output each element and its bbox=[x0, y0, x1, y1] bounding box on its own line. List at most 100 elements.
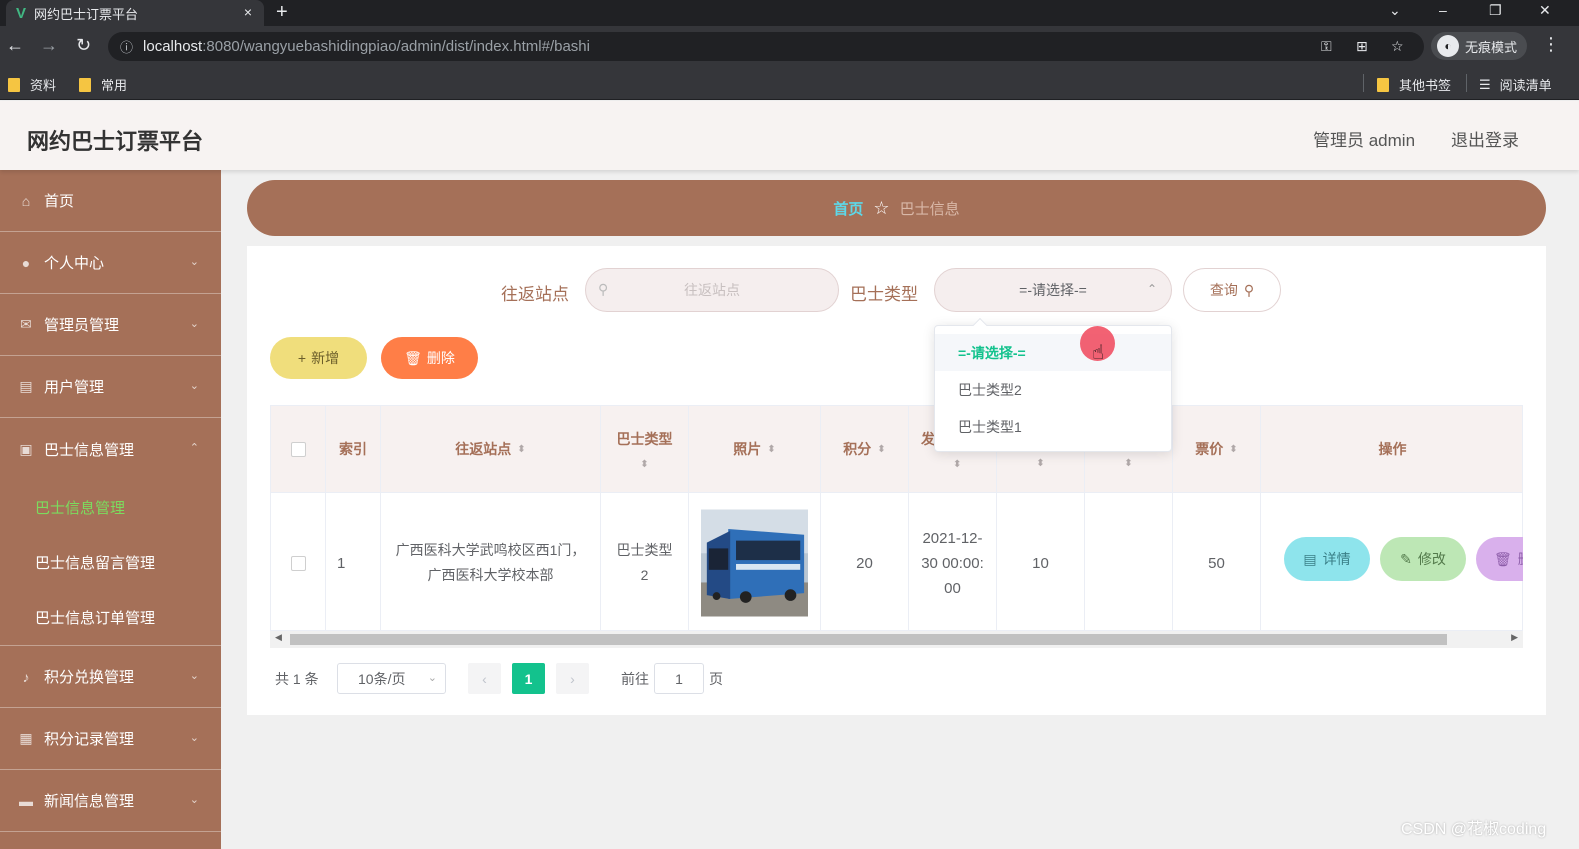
select-all-checkbox[interactable] bbox=[290, 441, 306, 457]
edit-label: 修改 bbox=[1417, 551, 1446, 567]
bus-photo[interactable] bbox=[701, 508, 808, 618]
sort-icon[interactable]: ⬍ bbox=[877, 444, 885, 455]
dropdown-option[interactable]: 巴士类型1 bbox=[935, 408, 1171, 445]
column-points: 积分 bbox=[843, 441, 872, 457]
bookmarks-bar: 资料 常用 其他书签 ☰ 阅读清单 bbox=[0, 66, 1579, 100]
column-header[interactable]: 积分 ⬍ bbox=[821, 406, 909, 492]
cell-depart: 2021-12-30 00:00:00 bbox=[909, 493, 997, 630]
reading-list-icon: ☰ bbox=[1479, 76, 1491, 92]
browser-tab[interactable]: V 网约巴士订票平台 × bbox=[6, 0, 264, 26]
bookmark-label: 常用 bbox=[101, 78, 128, 93]
key-icon[interactable]: ⚿ bbox=[1321, 38, 1332, 55]
app-header: 网约巴士订票平台 管理员 admin 退出登录 bbox=[0, 101, 1579, 170]
bookmark-divider bbox=[1466, 74, 1467, 92]
dropdown-option[interactable]: =-请选择-= bbox=[935, 334, 1171, 371]
chevron-down-icon: ⌄ bbox=[189, 732, 199, 744]
bookmark-folder[interactable]: 资料 bbox=[8, 75, 56, 94]
add-button[interactable]: + 新增 bbox=[270, 337, 367, 379]
tab-close-icon[interactable]: × bbox=[244, 4, 252, 20]
sort-icon[interactable]: ⬍ bbox=[1124, 458, 1132, 469]
sort-icon[interactable]: ⬍ bbox=[1229, 444, 1237, 455]
table-header: 索引 往返站点 ⬍ 巴士类型 ⬍ 照片 ⬍ 积分 ⬍ 发 ⬍ ⬍ ⬍ 票价 ⬍ 操作 bbox=[271, 406, 1522, 492]
back-icon[interactable]: ← bbox=[6, 35, 24, 56]
tab-search-icon[interactable]: ⌄ bbox=[1389, 2, 1401, 19]
sidebar-item-news[interactable]: ▬ 新闻信息管理 ⌄ bbox=[0, 770, 221, 832]
scroll-right-icon[interactable]: ▶ bbox=[1511, 632, 1518, 643]
remove-button[interactable]: 🗑︎ 删 bbox=[1476, 537, 1523, 581]
scrollbar-thumb[interactable] bbox=[290, 634, 1447, 645]
address-bar: ← → ↻ ⓘ localhost:8080/wangyuebashidingp… bbox=[0, 26, 1579, 66]
incognito-badge[interactable]: ◐ 无痕模式 bbox=[1431, 32, 1527, 60]
column-header[interactable]: 往返站点 ⬍ bbox=[381, 406, 601, 492]
reading-list[interactable]: ☰ 阅读清单 bbox=[1479, 75, 1552, 94]
reload-icon[interactable]: ↻ bbox=[76, 35, 91, 56]
reading-list-label: 阅读清单 bbox=[1499, 78, 1552, 93]
site-info-icon[interactable]: ⓘ bbox=[120, 37, 133, 56]
url-field[interactable]: ⓘ localhost:8080/wangyuebashidingpiao/ad… bbox=[108, 32, 1424, 61]
chevron-down-icon: ⌄ bbox=[189, 318, 199, 330]
query-button[interactable]: 查询 ⚲ bbox=[1183, 268, 1281, 312]
column-header[interactable]: 票价 ⬍ bbox=[1173, 406, 1261, 492]
sidebar-item-label: 积分记录管理 bbox=[44, 731, 135, 748]
sort-icon[interactable]: ⬍ bbox=[1036, 458, 1044, 469]
sidebar-item-profile[interactable]: ● 个人中心 ⌄ bbox=[0, 232, 221, 294]
next-page-button[interactable]: › bbox=[556, 663, 589, 694]
sidebar-item-points-exchange[interactable]: ♪ 积分兑换管理 ⌄ bbox=[0, 646, 221, 708]
cell-empty bbox=[1085, 493, 1173, 630]
sidebar-item-bus-info[interactable]: ▣ 巴士信息管理 ⌃ bbox=[0, 418, 221, 480]
breadcrumb-home[interactable]: 首页 bbox=[833, 198, 863, 219]
delete-button[interactable]: 🗑︎ 删除 bbox=[381, 337, 478, 379]
submenu-bus-messages[interactable]: 巴士信息留言管理 bbox=[0, 535, 221, 590]
cell-seats: 10 bbox=[997, 493, 1085, 630]
station-search-field[interactable]: ⚲ bbox=[585, 268, 839, 312]
dropdown-option[interactable]: 巴士类型2 bbox=[935, 371, 1171, 408]
sort-icon[interactable]: ⬍ bbox=[953, 459, 961, 470]
translate-icon[interactable]: ⊞ bbox=[1356, 38, 1368, 55]
submenu-bus-orders[interactable]: 巴士信息订单管理 bbox=[0, 590, 221, 645]
folder-icon bbox=[8, 77, 20, 92]
goto-label: 前往 bbox=[621, 671, 649, 687]
column-header[interactable]: 照片 ⬍ bbox=[689, 406, 821, 492]
sidebar-item-users[interactable]: ▤ 用户管理 ⌄ bbox=[0, 356, 221, 418]
other-bookmarks[interactable]: 其他书签 bbox=[1377, 75, 1451, 94]
station-label: 往返站点 bbox=[501, 285, 569, 304]
column-actions: 操作 bbox=[1378, 441, 1407, 457]
admin-label: 管理员 admin bbox=[1313, 131, 1416, 150]
sidebar-item-points-records[interactable]: ▦ 积分记录管理 ⌄ bbox=[0, 708, 221, 770]
header-checkbox-cell bbox=[271, 406, 326, 492]
sidebar-item-admins[interactable]: ✉ 管理员管理 ⌄ bbox=[0, 294, 221, 356]
forward-icon[interactable]: → bbox=[40, 35, 58, 56]
bookmark-folder[interactable]: 常用 bbox=[79, 75, 127, 94]
edit-button[interactable]: ✎ 修改 bbox=[1380, 537, 1466, 581]
goto-page-input[interactable] bbox=[654, 663, 704, 694]
page-size-select[interactable]: 10条/页 ⌄ bbox=[337, 663, 446, 694]
page-number-button[interactable]: 1 bbox=[512, 663, 545, 694]
sort-icon[interactable]: ⬍ bbox=[767, 444, 775, 455]
prev-page-button[interactable]: ‹ bbox=[468, 663, 501, 694]
restore-icon[interactable]: ❐ bbox=[1489, 2, 1502, 19]
folder-icon bbox=[1377, 77, 1389, 92]
chevron-down-icon: ⌄ bbox=[189, 794, 199, 806]
station-search-input[interactable] bbox=[586, 282, 838, 298]
scroll-left-icon[interactable]: ◀ bbox=[275, 632, 282, 643]
chevron-down-icon: ⌄ bbox=[189, 670, 199, 682]
column-header[interactable]: 巴士类型 ⬍ bbox=[601, 406, 689, 492]
minimize-icon[interactable]: – bbox=[1439, 2, 1447, 18]
row-checkbox[interactable] bbox=[290, 555, 306, 571]
picture-icon: ▣ bbox=[19, 440, 33, 457]
window-close-icon[interactable]: ✕ bbox=[1539, 2, 1551, 19]
bookmark-star-icon[interactable]: ☆ bbox=[1391, 38, 1404, 55]
submenu-bus-info[interactable]: 巴士信息管理 bbox=[0, 480, 221, 535]
sort-icon[interactable]: ⬍ bbox=[517, 444, 525, 455]
new-tab-button[interactable]: + bbox=[276, 1, 288, 24]
chevron-down-icon: ⌄ bbox=[189, 256, 199, 268]
detail-button[interactable]: ▤ 详情 bbox=[1284, 537, 1370, 581]
incognito-label: 无痕模式 bbox=[1465, 39, 1518, 55]
bus-type-select[interactable]: =-请选择-= ⌃ bbox=[934, 268, 1172, 312]
menu-kebab-icon[interactable]: ⋮ bbox=[1542, 34, 1560, 55]
sidebar-item-home[interactable]: ⌂ 首页 bbox=[0, 170, 221, 232]
horizontal-scrollbar[interactable]: ◀ ▶ bbox=[270, 631, 1523, 648]
chevron-up-icon: ⌃ bbox=[189, 442, 199, 454]
logout-link[interactable]: 退出登录 bbox=[1451, 126, 1519, 151]
sort-icon[interactable]: ⬍ bbox=[640, 459, 648, 470]
